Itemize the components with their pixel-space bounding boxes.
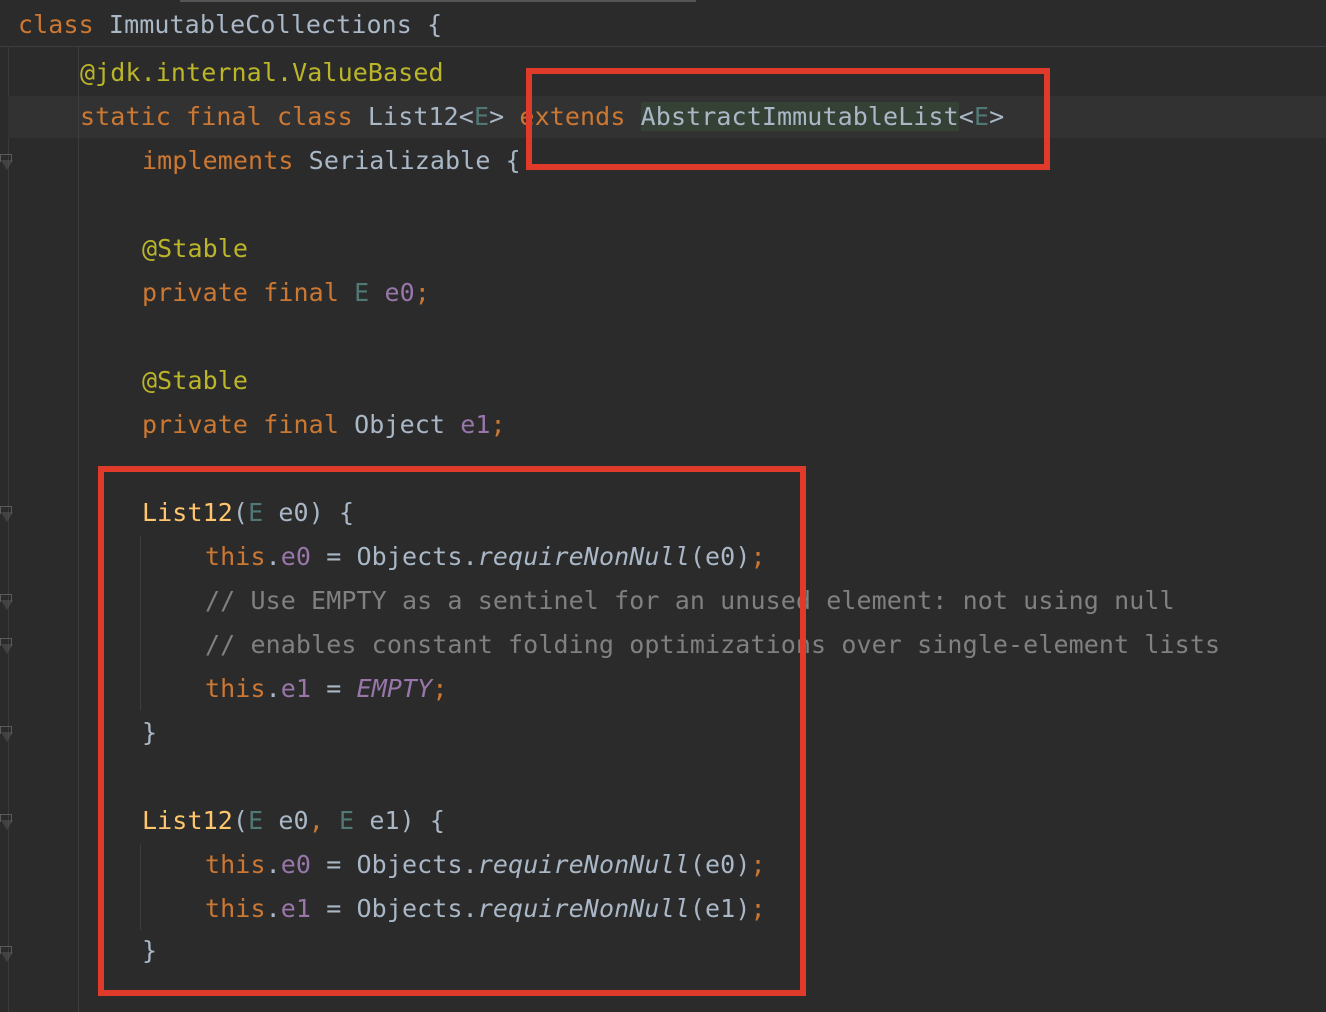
code-line[interactable]: private final E e0; xyxy=(142,271,430,315)
code-line[interactable]: @Stable xyxy=(142,227,248,271)
highlight-box-extends xyxy=(526,68,1050,170)
code-token: ; xyxy=(490,410,506,439)
code-token: ValueBased xyxy=(292,58,444,87)
code-token: List12< xyxy=(352,102,474,131)
code-token: private final xyxy=(142,410,339,439)
code-line[interactable]: class ImmutableCollections { xyxy=(18,3,442,47)
code-token: class xyxy=(18,10,94,39)
code-token: implements xyxy=(142,146,294,175)
code-line[interactable]: @Stable xyxy=(142,359,248,403)
code-token: Serializable { xyxy=(293,146,521,175)
code-token: @Stable xyxy=(142,366,249,395)
code-token: @Stable xyxy=(142,234,249,263)
fold-marker-icon[interactable] xyxy=(0,638,12,654)
fold-marker-icon[interactable] xyxy=(0,506,12,522)
code-token: > xyxy=(489,102,520,131)
fold-marker-icon[interactable] xyxy=(0,726,12,742)
fold-marker-icon[interactable] xyxy=(0,154,12,170)
code-token: e0 xyxy=(384,278,415,307)
gutter xyxy=(8,46,9,1012)
code-token: e1 xyxy=(460,410,491,439)
code-editor[interactable]: class ImmutableCollections {@jdk.interna… xyxy=(0,0,1326,1012)
fold-marker-icon[interactable] xyxy=(0,594,12,610)
code-token: ImmutableCollections { xyxy=(93,10,443,39)
code-token: static final class xyxy=(80,102,353,131)
code-token: ; xyxy=(414,278,430,307)
code-line[interactable]: @jdk.internal.ValueBased xyxy=(80,51,444,95)
code-line[interactable]: implements Serializable { xyxy=(142,139,521,183)
indent-guide xyxy=(78,46,79,1012)
fold-marker-icon[interactable] xyxy=(0,814,12,830)
code-token: @jdk.internal. xyxy=(80,58,293,87)
code-token: Object xyxy=(338,410,461,439)
code-token: private final xyxy=(142,278,339,307)
code-token: E xyxy=(354,278,370,307)
highlight-box-constructors xyxy=(98,466,806,996)
fold-marker-icon[interactable] xyxy=(0,946,12,962)
code-line[interactable]: private final Object e1; xyxy=(142,403,506,447)
code-token: E xyxy=(473,102,490,131)
tab-indicator xyxy=(180,0,696,2)
